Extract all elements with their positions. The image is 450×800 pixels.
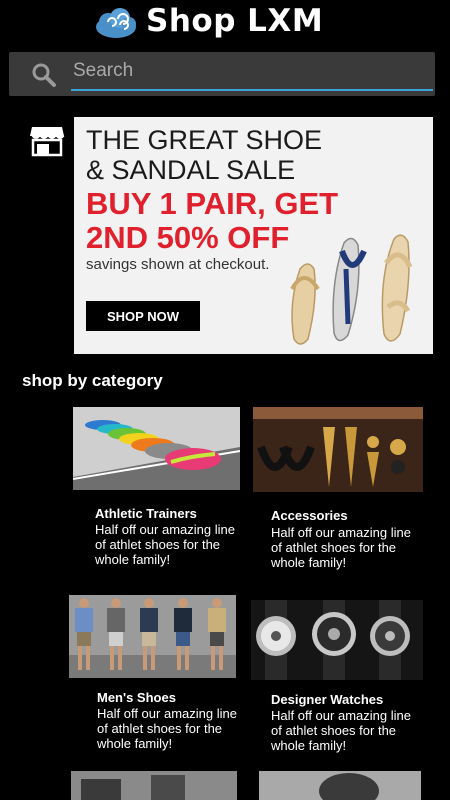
category-description: Half off our amazing line of athlet shoe… [271, 525, 411, 570]
search-bar[interactable] [9, 52, 435, 96]
category-description: Half off our amazing line of athlet shoe… [95, 522, 235, 567]
category-image-accessories[interactable] [253, 407, 423, 492]
app-title: Shop LXM [146, 3, 324, 39]
category-description: Half off our amazing line of athlet shoe… [271, 708, 411, 753]
search-underline [71, 89, 433, 91]
category-description: Half off our amazing line of athlet shoe… [97, 706, 237, 751]
banner-headline-line2: & SANDAL SALE [86, 155, 296, 185]
category-title[interactable]: Men's Shoes [97, 690, 176, 705]
shop-now-button[interactable]: SHOP NOW [86, 301, 200, 331]
store-icon[interactable] [29, 123, 65, 157]
category-image-athletic-trainers[interactable] [73, 407, 240, 490]
category-image-partial[interactable] [71, 771, 237, 800]
category-image-partial[interactable] [259, 771, 421, 800]
category-image-mens-shoes[interactable] [69, 595, 236, 678]
promo-banner[interactable]: THE GREAT SHOE & SANDAL SALE BUY 1 PAIR,… [74, 117, 433, 354]
category-title[interactable]: Accessories [271, 508, 348, 523]
category-title[interactable]: Athletic Trainers [95, 506, 197, 521]
search-input[interactable] [71, 56, 433, 86]
section-heading: shop by category [22, 371, 163, 390]
sandals-image [290, 234, 413, 345]
banner-offer-line1: BUY 1 PAIR, GET [86, 186, 339, 221]
banner-offer-line2: 2ND 50% OFF [86, 220, 290, 255]
category-title[interactable]: Designer Watches [271, 692, 383, 707]
cloud-logo-icon [96, 8, 136, 38]
app-header: Shop LXM [0, 0, 450, 48]
search-icon[interactable] [31, 62, 57, 88]
category-image-designer-watches[interactable] [251, 600, 423, 680]
banner-subtext: savings shown at checkout. [86, 256, 270, 273]
banner-headline-line1: THE GREAT SHOE [86, 125, 323, 155]
